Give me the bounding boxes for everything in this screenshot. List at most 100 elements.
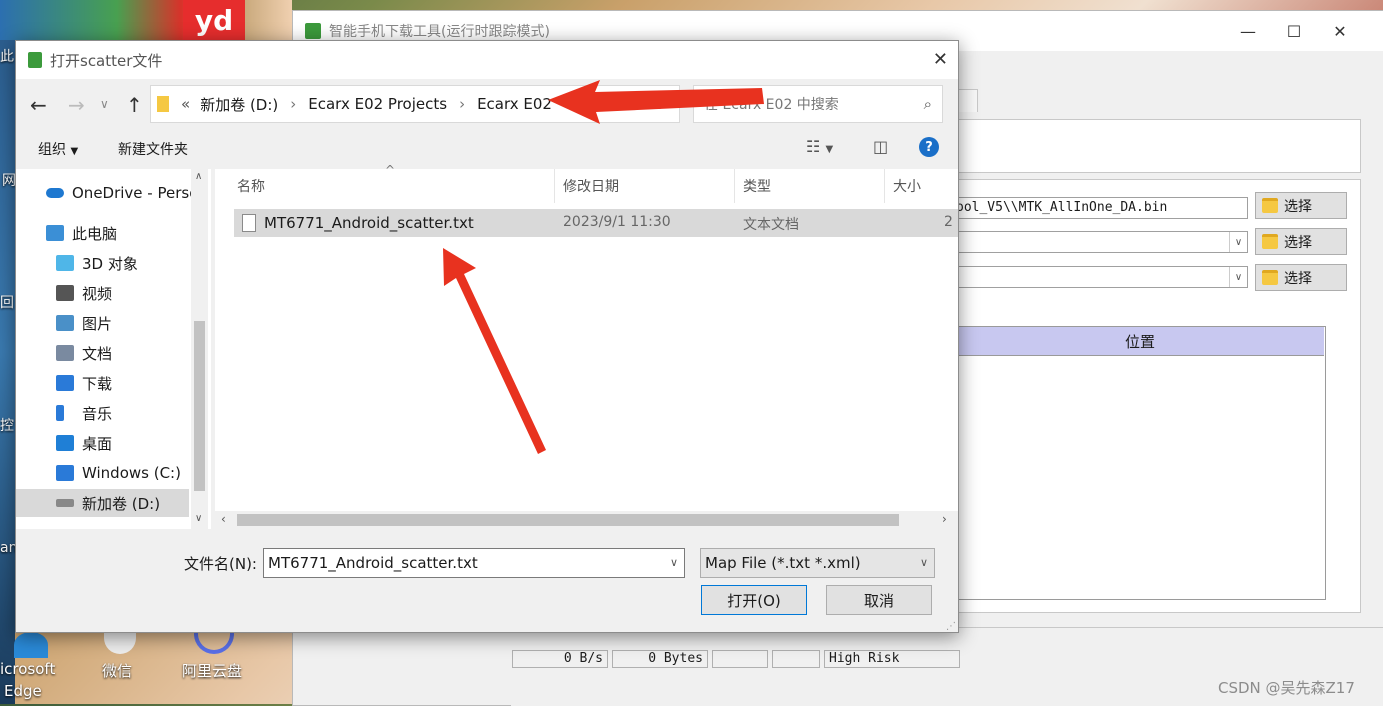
auth-combo[interactable]: ∨	[955, 266, 1248, 288]
flash-tool-title: 智能手机下载工具(运行时跟踪模式)	[329, 24, 550, 40]
aliyun-label: 阿里云盘	[182, 662, 243, 680]
desktop-icon-label: 回	[0, 295, 14, 311]
aliyun-desktop-icon[interactable]: 阿里云盘	[180, 632, 260, 692]
wechat-icon	[104, 632, 136, 654]
refresh-button[interactable]: ↻	[639, 85, 680, 123]
edge-desktop-icon[interactable]: icrosoft Edge	[0, 632, 70, 704]
dialog-titlebar: 打开scatter文件 ✕	[16, 41, 958, 79]
text-file-icon	[242, 214, 256, 232]
select-label: 选择	[1284, 270, 1312, 287]
close-button[interactable]: ✕	[1317, 11, 1363, 51]
cancel-button[interactable]: 取消	[826, 585, 932, 615]
view-options-icon[interactable]: ☷ ▼	[806, 137, 833, 156]
status-mode: High Risk	[824, 650, 960, 668]
status-cell	[772, 650, 820, 668]
chevron-right-icon[interactable]: ›	[942, 512, 947, 526]
chevron-down-icon[interactable]: ∨	[195, 513, 202, 524]
breadcrumb-drive[interactable]: 新加卷 (D:)	[200, 94, 278, 115]
windows-drive-icon	[56, 465, 74, 481]
chevron-down-icon: ∨	[919, 556, 928, 569]
search-input[interactable]: 在 Ecarx E02 中搜索 ⌕	[693, 85, 943, 123]
up-arrow-icon[interactable]: ↑	[126, 93, 143, 117]
file-size: 2	[944, 214, 953, 230]
address-bar[interactable]: « 新加卷 (D:) › Ecarx E02 Projects › Ecarx …	[150, 85, 641, 123]
edge-icon	[14, 632, 48, 658]
back-arrow-icon[interactable]: ←	[30, 93, 47, 117]
filename-input[interactable]: MT6771_Android_scatter.txt ∨	[263, 548, 685, 578]
location-column-header[interactable]: 位置	[956, 327, 1324, 356]
file-type: 文本文档	[743, 217, 799, 233]
status-cell	[712, 650, 768, 668]
navigation-pane: OneDrive - Perso 此电脑 3D 对象 视频 图片 文档 下载 音…	[16, 169, 211, 529]
file-modified: 2023/9/1 11:30	[563, 214, 671, 230]
column-header-size[interactable]: 大小	[885, 169, 958, 203]
folder-icon	[1262, 270, 1278, 285]
file-type-filter[interactable]: Map File (*.txt *.xml) ∨	[700, 548, 935, 578]
help-icon[interactable]: ?	[919, 137, 939, 157]
open-button[interactable]: 打开(O)	[701, 585, 807, 615]
csdn-watermark: CSDN @吴先森Z17	[1218, 679, 1355, 697]
picture-icon	[56, 315, 74, 331]
edge-label: Edge	[4, 682, 42, 700]
column-header-modified[interactable]: 修改日期	[555, 169, 735, 203]
onedrive-icon	[46, 188, 64, 198]
nav-label: OneDrive - Perso	[72, 184, 192, 202]
desktop-icon-label: 此	[0, 49, 14, 65]
da-path-field[interactable]: ool_V5\\MTK_AllInOne_DA.bin	[955, 197, 1248, 219]
nav-scrollbar[interactable]: ∧ ∨	[191, 169, 208, 529]
dialog-toolbar: 组织 ▼ 新建文件夹 ☷ ▼ ◫ ?	[16, 131, 958, 167]
chevron-down-icon[interactable]: ∨	[670, 556, 678, 569]
status-speed: 0 B/s	[512, 650, 608, 668]
dialog-close-button[interactable]: ✕	[933, 49, 948, 70]
document-icon	[56, 345, 74, 361]
maximize-button[interactable]: ☐	[1271, 11, 1317, 51]
computer-icon	[46, 225, 64, 241]
chevron-left-icon[interactable]: ‹	[221, 512, 226, 526]
preview-pane-icon[interactable]: ◫	[873, 137, 888, 156]
chevron-down-icon: ∨	[1229, 232, 1247, 252]
wechat-desktop-icon[interactable]: 微信	[94, 632, 144, 692]
breadcrumb-overflow[interactable]: «	[181, 95, 190, 113]
select-da-button[interactable]: 选择	[1255, 192, 1347, 219]
horizontal-scroll-thumb[interactable]	[237, 514, 899, 526]
partition-table: 位置	[955, 326, 1326, 600]
chevron-down-icon[interactable]: ∨	[100, 97, 109, 111]
horizontal-scrollbar[interactable]: ‹ ›	[215, 511, 958, 529]
3d-objects-icon	[56, 255, 74, 271]
organize-button[interactable]: 组织 ▼	[38, 139, 78, 159]
file-row[interactable]: MT6771_Android_scatter.txt 2023/9/1 11:3…	[234, 209, 958, 237]
breadcrumb-projects[interactable]: Ecarx E02 Projects	[308, 95, 447, 113]
breadcrumb-ecarx-e02[interactable]: Ecarx E02	[477, 95, 552, 113]
select-scatter-button[interactable]: 选择	[1255, 228, 1347, 255]
chevron-up-icon[interactable]: ∧	[195, 171, 202, 182]
filename-label: 文件名(N):	[184, 555, 257, 573]
resize-grip-icon[interactable]: ⋰	[946, 621, 956, 632]
forward-arrow-icon[interactable]: →	[68, 93, 85, 117]
select-label: 选择	[1284, 234, 1312, 251]
open-scatter-dialog: 打开scatter文件 ✕ ← → ∨ ↑ « 新加卷 (D:) › Ecarx…	[15, 40, 959, 633]
nav-scroll-thumb[interactable]	[194, 321, 205, 491]
nav-item-drive-d[interactable]: 新加卷 (D:)	[16, 489, 189, 517]
new-folder-button[interactable]: 新建文件夹	[118, 139, 188, 159]
minimize-button[interactable]: —	[1225, 11, 1271, 51]
nav-label: 图片	[82, 314, 113, 333]
music-icon	[56, 405, 64, 421]
scatter-combo[interactable]: ∨	[955, 231, 1248, 253]
filter-value: Map File (*.txt *.xml)	[705, 554, 861, 572]
youdao-badge[interactable]: yd	[183, 0, 245, 40]
select-auth-button[interactable]: 选择	[1255, 264, 1347, 291]
video-icon	[56, 285, 74, 301]
edge-label: icrosoft	[0, 660, 56, 678]
nav-label: 视频	[82, 284, 113, 303]
drive-icon	[56, 499, 74, 507]
desktop-icon-label: 控	[0, 418, 14, 434]
download-icon	[56, 375, 74, 391]
wechat-label: 微信	[102, 662, 133, 680]
column-header-name[interactable]: 名称	[229, 169, 555, 203]
nav-label: 3D 对象	[82, 254, 138, 273]
desktop-left-strip	[0, 0, 15, 704]
desktop-icon-label: 网	[2, 173, 16, 189]
desktop-top-strip	[0, 0, 292, 40]
top-panel	[956, 119, 1361, 173]
column-header-type[interactable]: 类型	[735, 169, 885, 203]
